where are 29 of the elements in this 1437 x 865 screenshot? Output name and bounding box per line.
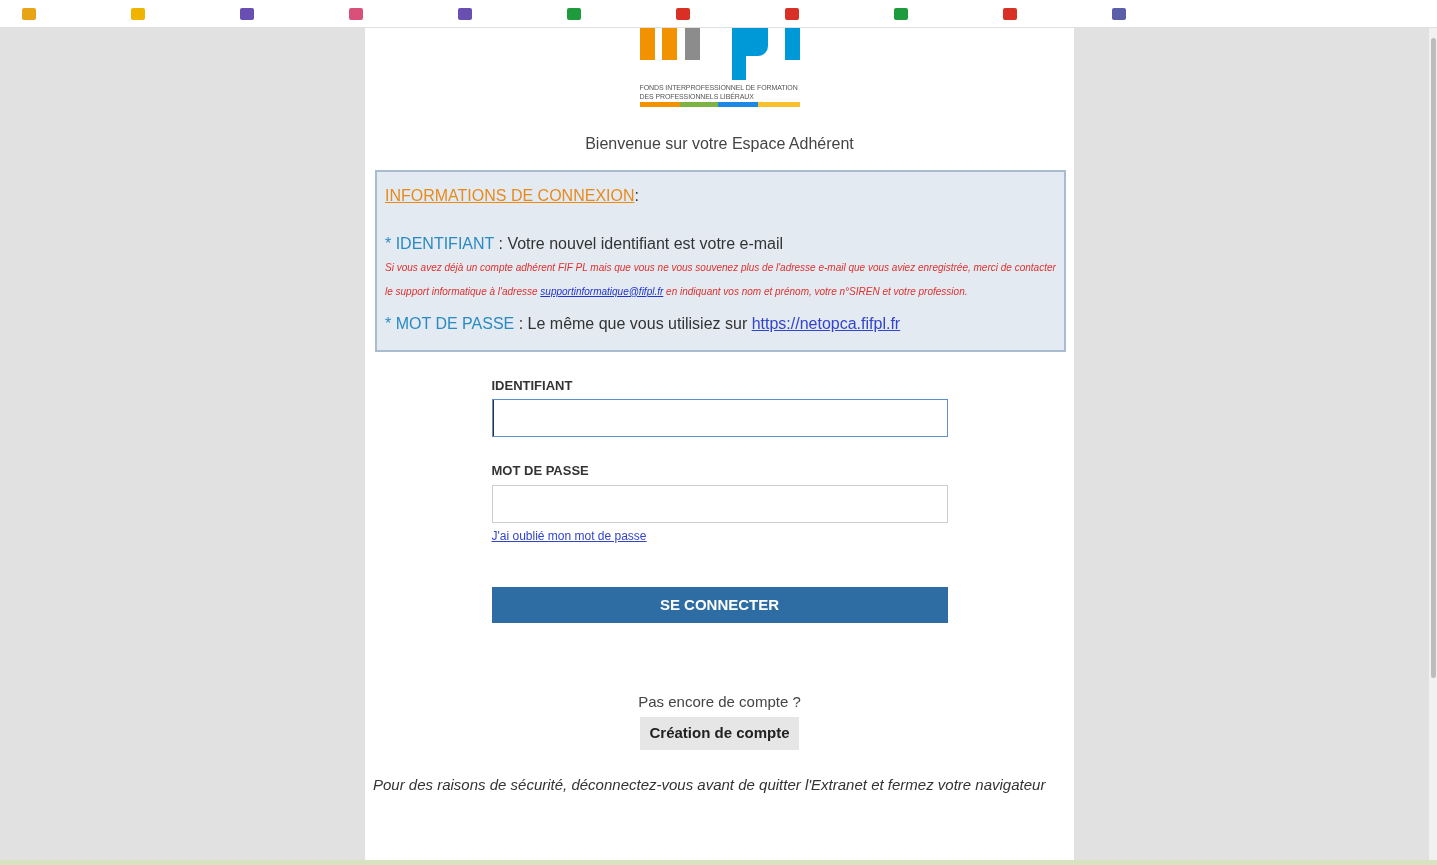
logo-icon: [639, 28, 800, 80]
login-button[interactable]: SE CONNECTER: [491, 586, 948, 623]
support-email-link[interactable]: supportinformatique@fifpl.fr: [540, 285, 664, 297]
bookmark-icon[interactable]: [458, 7, 472, 20]
bookmark-icon[interactable]: [1112, 7, 1126, 20]
input-field[interactable]: [491, 399, 948, 437]
info-note: Si vous avez déjà un compte adhérent FIF PL mais que vous ne vous souvenez plus de l'adresse e-mail que vous aviez enregistrée, merci de contacter le support informatique à l'adresse supportinformatique@fifpl.fr en indiquant vos nom et prénom, votre n°SIREN et votre profession.: [385, 260, 1056, 299]
field-label: MOT DE PASSE: [491, 462, 590, 480]
create-account-button[interactable]: Création de compte: [640, 717, 799, 750]
password-text: * MOT DE PASSE : Le même que vous utilisiez sur https://netopca.fifpl.fr: [385, 313, 902, 334]
bookmark-icon[interactable]: [785, 7, 799, 20]
welcome-text: Bienvenue sur votre Espace Adhérent: [585, 133, 854, 154]
netopca-link[interactable]: https://netopca.fifpl.fr: [751, 314, 901, 332]
color-stripe-icon: [639, 101, 800, 107]
bookmark-icon[interactable]: [567, 7, 581, 20]
scrollbar[interactable]: [1429, 28, 1437, 860]
info-title: INFORMATIONS DE CONNEXION: [385, 186, 635, 204]
bookmark-icon[interactable]: [894, 7, 908, 20]
bookmark-icon[interactable]: [676, 7, 690, 20]
colon-text: :: [634, 186, 639, 204]
bookmark-icon[interactable]: [1003, 7, 1017, 20]
security-note: Pour des raisons de sécurité, déconnectez-vous avant de quitter l'Extranet et fermez votre navigateur: [373, 774, 1047, 795]
bookmark-icon[interactable]: [349, 7, 363, 20]
field-label: IDENTIFIANT: [491, 376, 574, 395]
input-field[interactable]: [491, 484, 948, 523]
bookmark-icon[interactable]: [240, 7, 254, 20]
signup-question: Pas encore de compte ?: [638, 691, 801, 712]
identifiant-text: * IDENTIFIANT : Votre nouvel identifiant est votre e-mail: [385, 233, 785, 254]
forgot-password-link[interactable]: J'ai oublié mon mot de passe: [491, 526, 647, 545]
